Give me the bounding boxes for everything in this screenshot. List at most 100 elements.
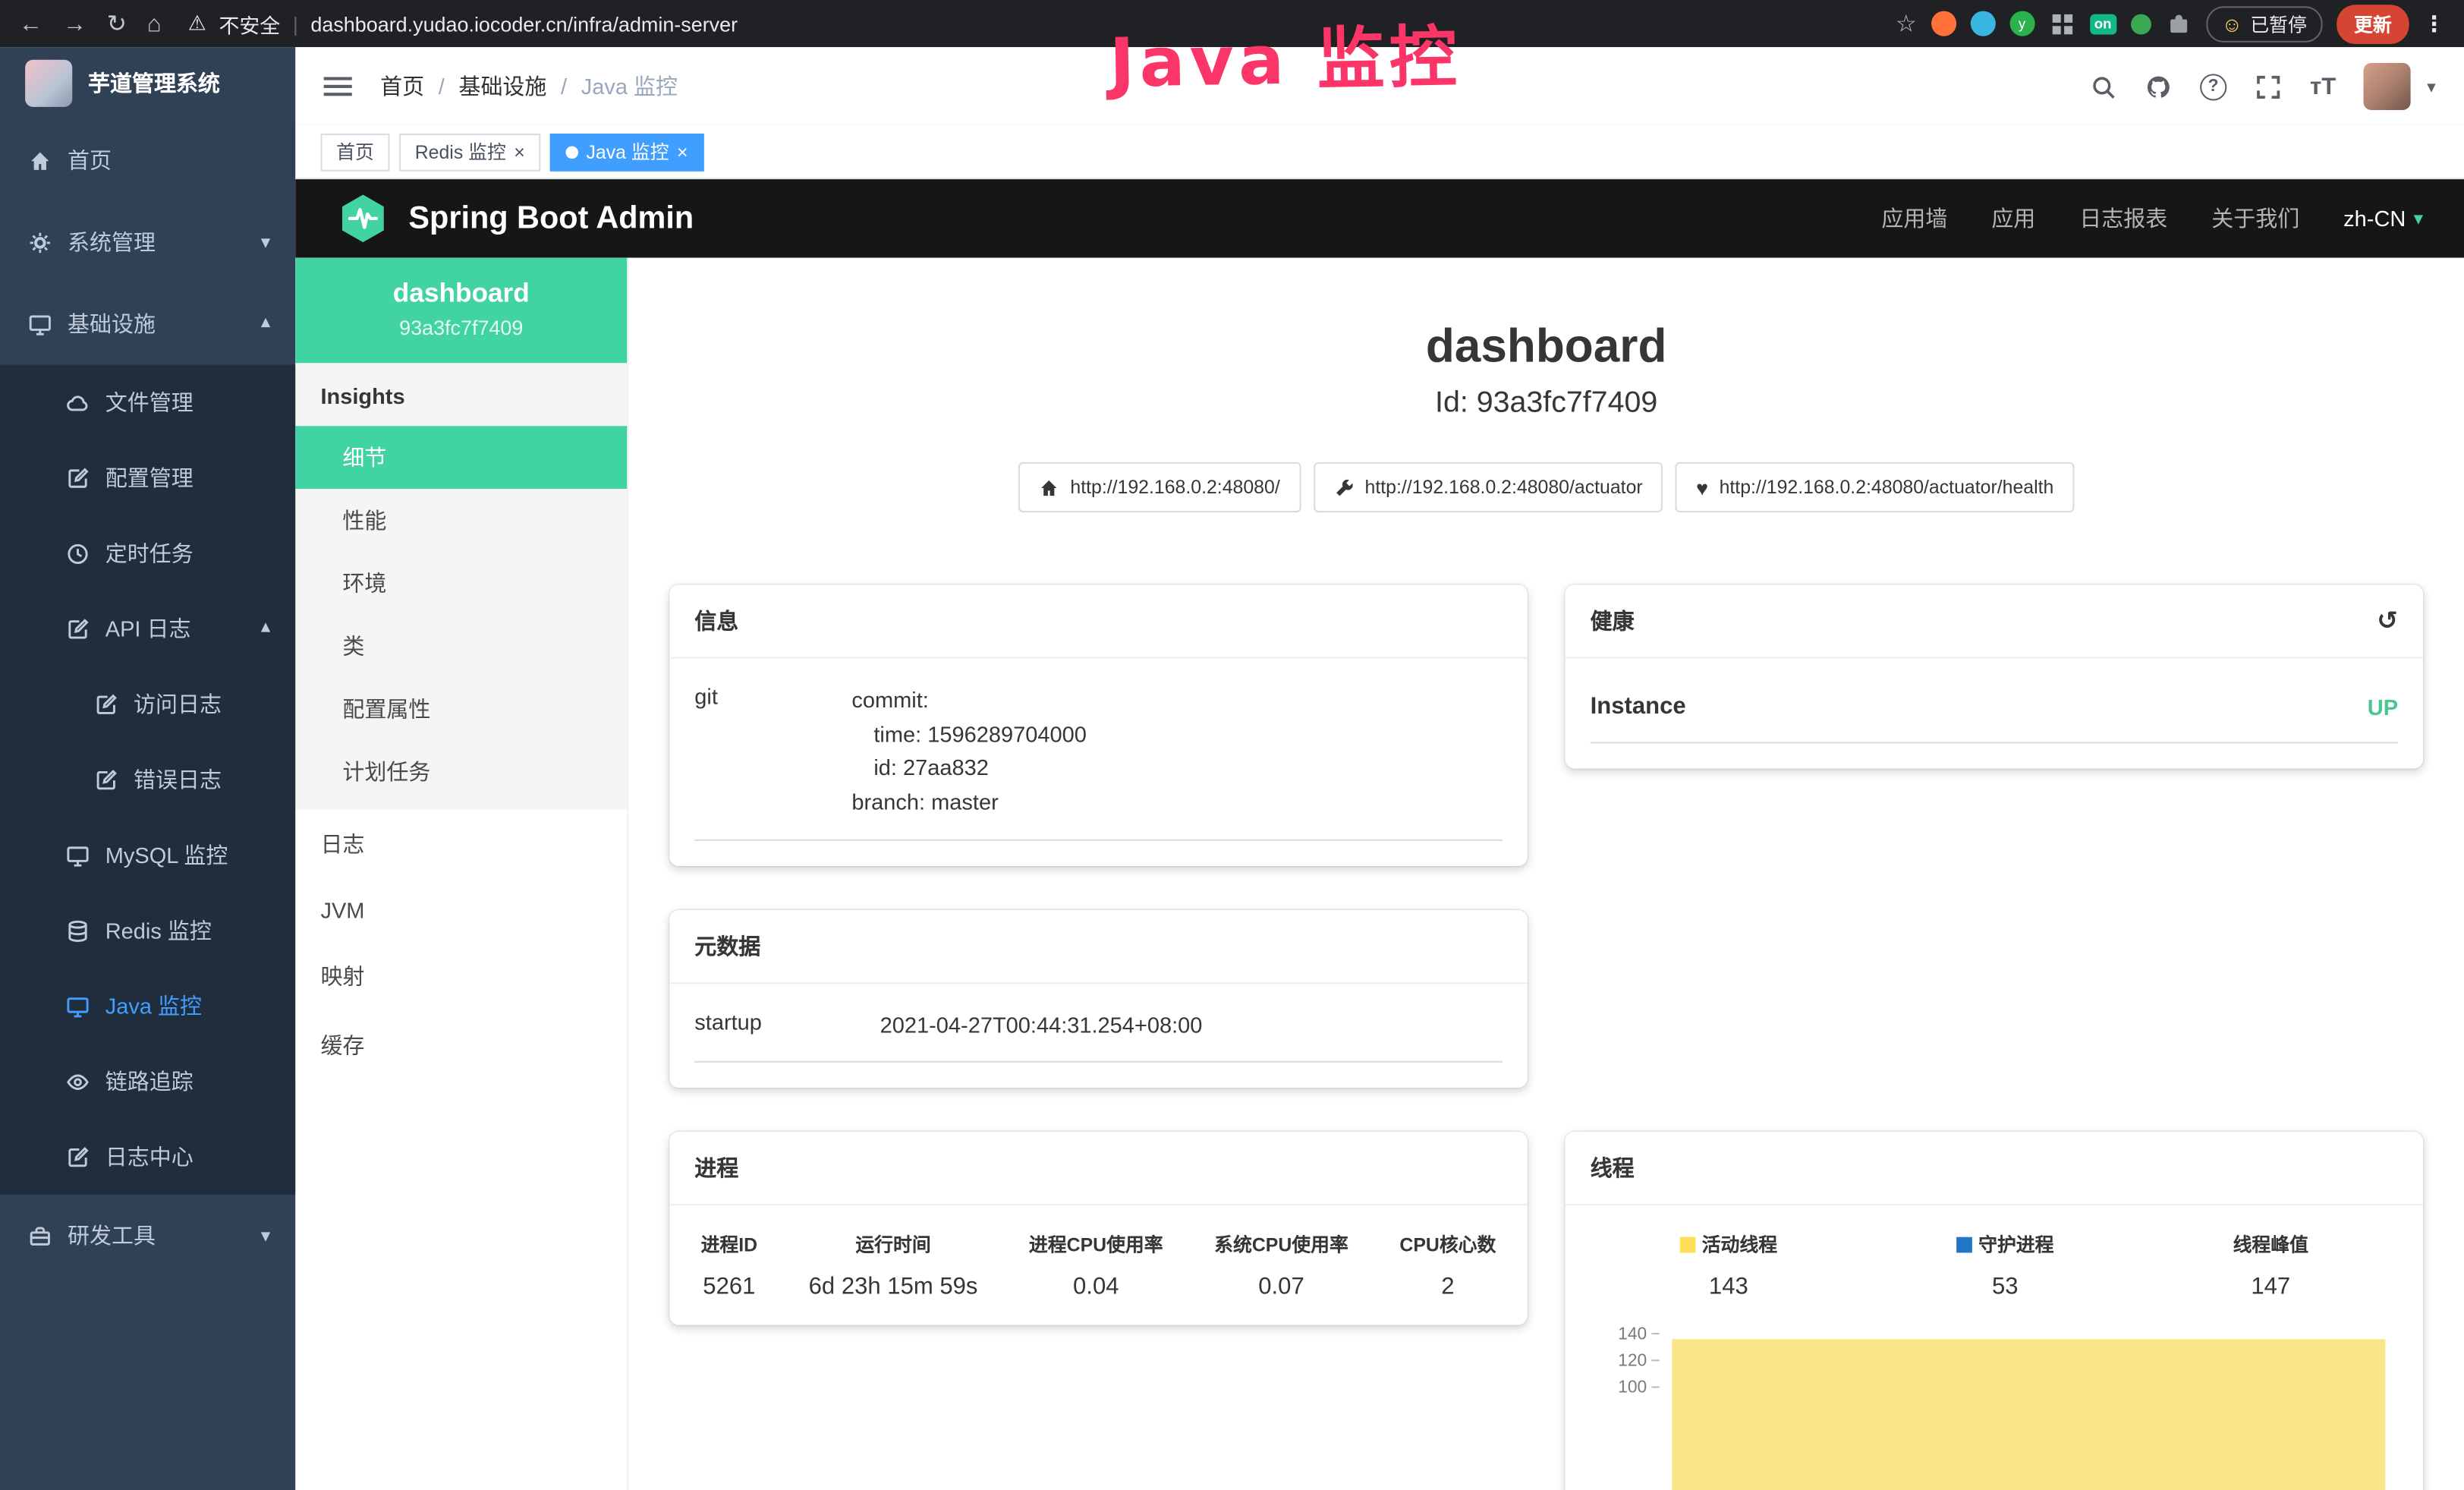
cloud-icon bbox=[66, 391, 90, 414]
sidebar-item-jobs[interactable]: 定时任务 bbox=[0, 515, 295, 591]
stat-label: 运行时间 bbox=[809, 1231, 978, 1258]
sba-item-scheduled-tasks[interactable]: 计划任务 bbox=[295, 740, 627, 803]
sidebar-item-api-log[interactable]: API 日志 ▾ bbox=[0, 591, 295, 666]
sba-item-environment[interactable]: 环境 bbox=[295, 552, 627, 615]
gear-icon bbox=[28, 230, 52, 254]
tag-redis[interactable]: Redis 监控 × bbox=[399, 133, 540, 171]
update-button[interactable]: 更新 bbox=[2337, 4, 2409, 43]
text-size-icon[interactable]: тT bbox=[2310, 73, 2336, 99]
forward-icon[interactable]: → bbox=[63, 12, 87, 36]
breadcrumb-current: Java 监控 bbox=[581, 71, 678, 102]
sba-nav-about[interactable]: 关于我们 bbox=[2211, 203, 2299, 234]
edit-icon bbox=[94, 692, 118, 716]
extension-icon[interactable] bbox=[1970, 11, 1995, 36]
on-extension-badge[interactable]: on bbox=[2090, 14, 2116, 34]
sba-nav-wallboard[interactable]: 应用墙 bbox=[1881, 203, 1947, 234]
sba-item-details[interactable]: 细节 bbox=[295, 426, 627, 489]
paused-label: 已暂停 bbox=[2250, 10, 2307, 36]
stat-label: 进程ID bbox=[701, 1231, 758, 1258]
sidebar-item-mysql[interactable]: MySQL 监控 bbox=[0, 817, 295, 893]
sba-item-metrics[interactable]: 性能 bbox=[295, 489, 627, 552]
close-icon[interactable]: × bbox=[677, 142, 688, 161]
heart-icon: ♥ bbox=[1696, 477, 1708, 497]
metadata-card: 元数据 startup 2021-04-27T00:44:31.254+08:0… bbox=[669, 909, 1528, 1088]
sidebar-item-config[interactable]: 配置管理 bbox=[0, 440, 295, 515]
service-url-link[interactable]: http://192.168.0.2:48080/ bbox=[1018, 462, 1301, 512]
user-avatar[interactable] bbox=[2364, 63, 2411, 110]
git-commit-time: time: 1596289704000 bbox=[851, 718, 1502, 752]
edit-icon bbox=[66, 617, 90, 641]
sba-item-jvm[interactable]: JVM bbox=[295, 879, 627, 942]
tag-label: 首页 bbox=[336, 138, 374, 165]
tag-label: Java 监控 bbox=[587, 138, 669, 165]
card-title: 健康 bbox=[1591, 605, 1635, 636]
hamburger-icon[interactable] bbox=[324, 74, 352, 99]
puzzle-extensions-icon[interactable] bbox=[2165, 10, 2192, 36]
sba-item-caches[interactable]: 缓存 bbox=[295, 1011, 627, 1080]
search-icon[interactable] bbox=[2090, 73, 2116, 99]
info-row-git: git commit: time: 1596289704000 id: 27aa… bbox=[694, 684, 1502, 841]
stat-label: 系统CPU使用率 bbox=[1214, 1231, 1348, 1258]
sidebar-item-error-log[interactable]: 错误日志 bbox=[0, 742, 295, 817]
eye-icon bbox=[66, 1069, 90, 1093]
sba-item-mappings[interactable]: 映射 bbox=[295, 941, 627, 1010]
link-label: http://192.168.0.2:48080/actuator/health bbox=[1720, 476, 2054, 498]
tag-home[interactable]: 首页 bbox=[320, 133, 389, 171]
sidebar-item-infra[interactable]: 基础设施 ▾ bbox=[0, 283, 295, 365]
sba-nav-applications[interactable]: 应用 bbox=[1991, 203, 2035, 234]
extensions-grid-icon[interactable] bbox=[2049, 10, 2075, 36]
history-icon[interactable]: ↺ bbox=[2377, 605, 2398, 636]
sba-item-configprops[interactable]: 配置属性 bbox=[295, 678, 627, 741]
breadcrumb-home[interactable]: 首页 bbox=[380, 71, 424, 102]
sidebar-item-log-center[interactable]: 日志中心 bbox=[0, 1119, 295, 1194]
sidebar-item-label: API 日志 bbox=[105, 613, 191, 644]
home-icon[interactable]: ⌂ bbox=[147, 12, 162, 36]
tag-label: Redis 监控 bbox=[415, 138, 506, 165]
page-title: dashboard bbox=[669, 320, 2423, 373]
chevron-up-icon: ▾ bbox=[261, 313, 270, 335]
reload-icon[interactable]: ↻ bbox=[107, 12, 127, 36]
extension-icon[interactable] bbox=[2130, 14, 2151, 34]
menu-dots-icon[interactable]: ⋮ bbox=[2423, 10, 2445, 36]
sidebar-item-tracing[interactable]: 链路追踪 bbox=[0, 1044, 295, 1119]
sidebar-item-label: 首页 bbox=[68, 145, 112, 176]
health-url-link[interactable]: ♥ http://192.168.0.2:48080/actuator/heal… bbox=[1676, 462, 2074, 512]
insights-group: Insights 细节 性能 环境 类 配置属性 计划任务 bbox=[295, 363, 627, 809]
sidebar-item-devtools[interactable]: 研发工具 ▾ bbox=[0, 1195, 295, 1277]
actuator-url-link[interactable]: http://192.168.0.2:48080/actuator bbox=[1313, 462, 1663, 512]
tag-java-active[interactable]: Java 监控 × bbox=[550, 133, 703, 171]
header-actions: ? тT ▾ bbox=[2090, 63, 2436, 110]
sba-item-classes[interactable]: 类 bbox=[295, 615, 627, 678]
y-tick: 100 bbox=[1613, 1379, 1660, 1398]
sidebar-item-home[interactable]: 首页 bbox=[0, 119, 295, 201]
sidebar-item-files[interactable]: 文件管理 bbox=[0, 364, 295, 439]
instance-name: dashboard bbox=[311, 279, 612, 310]
sidebar-item-redis[interactable]: Redis 监控 bbox=[0, 893, 295, 968]
security-label[interactable]: 不安全 bbox=[219, 8, 280, 38]
health-instance-row[interactable]: Instance UP bbox=[1591, 684, 2398, 744]
address-bar[interactable]: ⚠ 不安全 | dashboard.yudao.iocoder.cn/infra… bbox=[188, 8, 1875, 38]
breadcrumb-section[interactable]: 基础设施 bbox=[458, 71, 546, 102]
sidebar-item-java[interactable]: Java 监控 bbox=[0, 969, 295, 1044]
sidebar-item-label: 系统管理 bbox=[68, 226, 156, 257]
back-icon[interactable]: ← bbox=[19, 12, 42, 36]
sba-nav-journal[interactable]: 日志报表 bbox=[2079, 203, 2167, 234]
sba-item-loggers[interactable]: 日志 bbox=[295, 809, 627, 878]
locale-select[interactable]: zh-CN ▾ bbox=[2343, 206, 2423, 231]
process-stat: 进程ID 5261 bbox=[701, 1231, 758, 1300]
github-icon[interactable] bbox=[2145, 73, 2172, 99]
avatar-caret-icon[interactable]: ▾ bbox=[2427, 76, 2435, 96]
sidebar-item-access-log[interactable]: 访问日志 bbox=[0, 666, 295, 742]
paused-badge[interactable]: ☺ 已暂停 bbox=[2206, 5, 2323, 42]
fullscreen-icon[interactable] bbox=[2255, 73, 2282, 99]
card-title: 元数据 bbox=[694, 930, 760, 961]
extension-icon[interactable] bbox=[1931, 11, 1956, 36]
bookmark-icon[interactable]: ☆ bbox=[1896, 9, 1917, 37]
close-icon[interactable]: × bbox=[514, 142, 525, 161]
spring-boot-admin-frame: Spring Boot Admin 应用墙 应用 日志报表 关于我们 zh-CN… bbox=[295, 179, 2464, 1490]
browser-chrome: ← → ↻ ⌂ ⚠ 不安全 | dashboard.yudao.iocoder.… bbox=[0, 0, 2464, 47]
help-icon[interactable]: ? bbox=[2200, 73, 2226, 99]
extension-icon[interactable]: y bbox=[2009, 11, 2034, 36]
sidebar-item-system[interactable]: 系统管理 ▾ bbox=[0, 201, 295, 283]
url-text[interactable]: dashboard.yudao.iocoder.cn/infra/admin-s… bbox=[310, 12, 738, 36]
